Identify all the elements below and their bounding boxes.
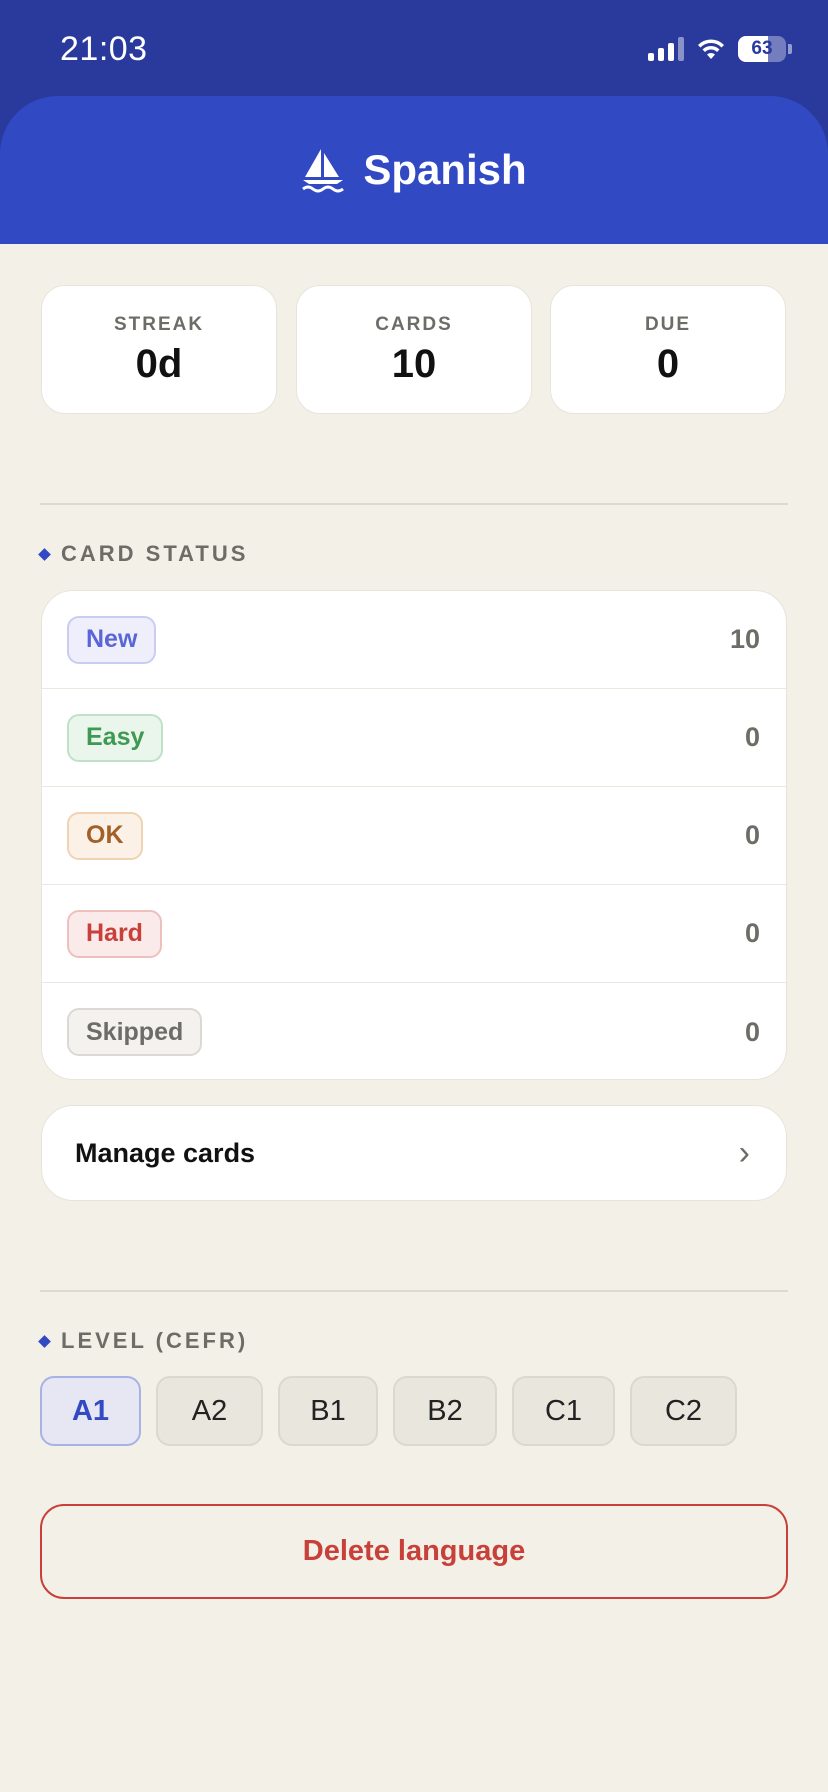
stat-card-due: DUE 0 [550,285,786,414]
manage-cards-label: Manage cards [75,1137,256,1168]
status-time: 21:03 [60,30,148,68]
divider [40,1290,788,1292]
status-icons: 63 [648,36,792,62]
status-count: 10 [729,624,760,654]
status-count: 0 [744,722,760,752]
stat-card-streak: STREAK 0d [41,285,277,414]
divider [40,503,788,505]
manage-cards-button[interactable]: Manage cards › [41,1105,787,1201]
level-option-a2[interactable]: A2 [156,1376,263,1446]
status-pill-skipped: Skipped [67,1008,203,1056]
level-option-a1[interactable]: A1 [40,1376,141,1446]
status-row-hard[interactable]: Hard 0 [42,885,786,983]
status-count: 0 [744,820,760,850]
stat-label: DUE [644,314,692,335]
status-row-new[interactable]: New 10 [42,591,786,689]
header-bar: Spanish [0,96,828,244]
header: Spanish [0,96,828,244]
stat-label: CARDS [375,314,453,335]
battery-icon: 63 [738,36,786,62]
battery-level: 63 [751,38,773,59]
section-title-card-status: CARD STATUS [38,541,249,567]
status-bar: 21:03 63 [0,0,828,96]
diamond-icon [38,1334,51,1348]
stat-value: 0d [135,342,183,386]
signal-icon [648,37,684,61]
card-status-list: New 10 Easy 0 OK 0 Hard 0 Skipped 0 [41,590,787,1080]
page-title: Spanish [363,146,527,193]
status-count: 0 [744,1016,760,1047]
level-selector: A1 A2 B1 B2 C1 C2 [40,1376,737,1446]
stat-card-cards: CARDS 10 [296,285,532,414]
level-option-c2[interactable]: C2 [630,1376,737,1446]
status-pill-ok: OK [67,811,143,860]
section-title-label: CARD STATUS [61,541,249,566]
status-row-skipped[interactable]: Skipped 0 [42,983,786,1079]
section-title-level: LEVEL (CEFR) [38,1328,249,1354]
level-option-b1[interactable]: B1 [278,1376,378,1446]
wifi-icon [698,39,724,59]
chevron-right-icon: › [738,1133,750,1172]
level-option-b2[interactable]: B2 [393,1376,497,1446]
stat-value: 10 [391,342,437,386]
section-title-label: LEVEL (CEFR) [61,1328,249,1353]
stat-value: 0 [656,342,680,386]
level-option-c1[interactable]: C1 [512,1376,615,1446]
status-pill-easy: Easy [67,713,164,762]
diamond-icon [38,547,51,561]
status-pill-new: New [67,615,157,664]
delete-language-button[interactable]: Delete language [40,1504,788,1599]
sailboat-icon [302,149,345,193]
status-row-ok[interactable]: OK 0 [42,787,786,885]
status-count: 0 [744,918,760,948]
stat-label: STREAK [113,314,205,335]
status-row-easy[interactable]: Easy 0 [42,689,786,787]
status-pill-hard: Hard [67,909,162,958]
